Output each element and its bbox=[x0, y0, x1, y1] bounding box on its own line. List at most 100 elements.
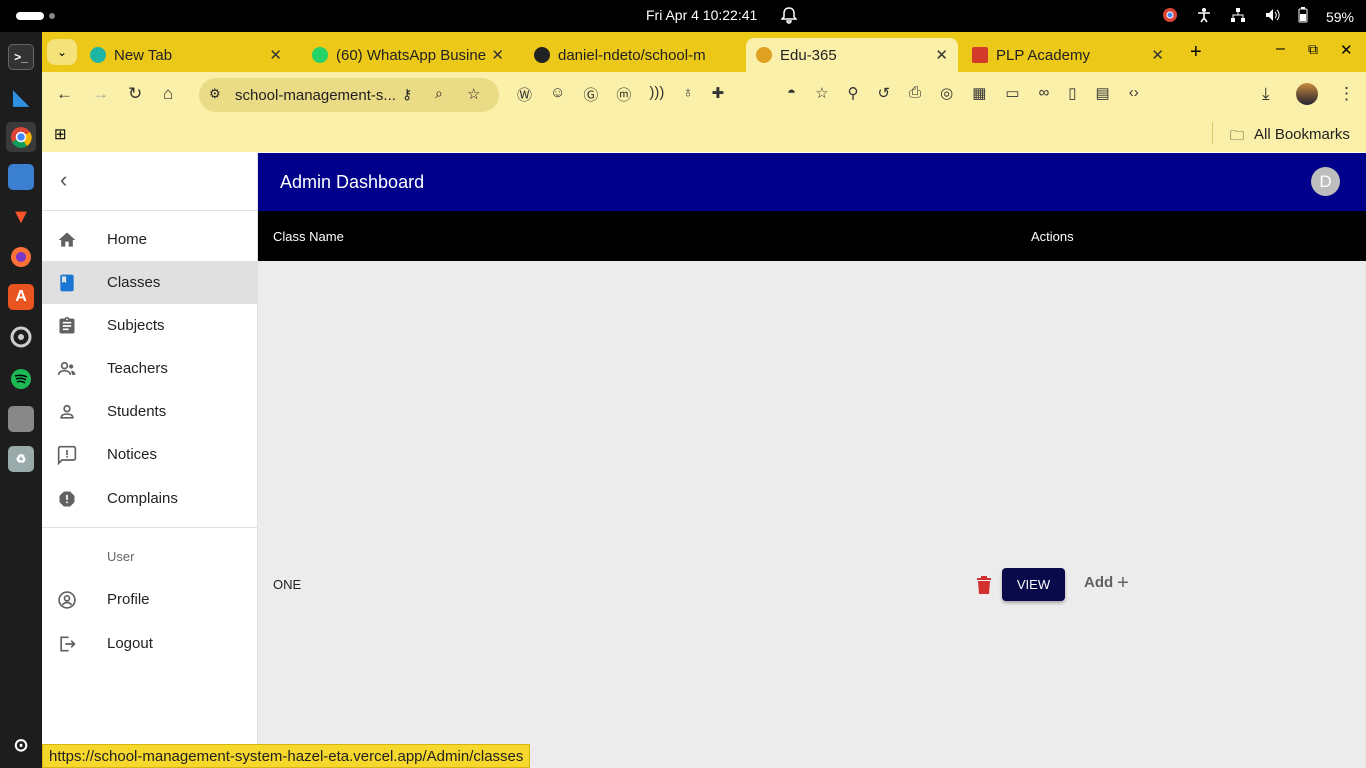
apps-grid-icon[interactable]: ⊞ bbox=[54, 125, 67, 143]
sidebar-item-notices[interactable]: Notices bbox=[42, 433, 257, 476]
reading-mode-icon[interactable]: ▭ bbox=[1005, 84, 1019, 102]
download-icon[interactable]: ⤓ bbox=[1262, 84, 1270, 104]
tab-github[interactable]: daniel-ndeto/school-m bbox=[524, 38, 736, 72]
sidebar-item-logout[interactable]: Logout bbox=[42, 622, 257, 665]
settings-icon[interactable] bbox=[8, 324, 34, 350]
sidebar-item-teachers[interactable]: Teachers bbox=[42, 347, 257, 390]
grammarly-icon[interactable]: Ⓖ bbox=[583, 84, 598, 105]
chrome-dock-icon[interactable] bbox=[6, 122, 36, 152]
assignment-icon bbox=[59, 316, 75, 333]
sidebar-item-subjects[interactable]: Subjects bbox=[42, 304, 257, 347]
password-key-icon[interactable]: ⚷ bbox=[402, 86, 412, 103]
extension-w-icon[interactable]: Ⓦ bbox=[517, 84, 532, 105]
files-icon[interactable] bbox=[8, 164, 34, 190]
spotify-icon[interactable] bbox=[8, 366, 34, 392]
incognito-icon[interactable]: ◓ bbox=[787, 84, 796, 102]
restore-icon[interactable]: ⧉ bbox=[1308, 41, 1318, 58]
home-icon[interactable]: ⌂ bbox=[163, 84, 173, 104]
sidebar-item-label: Home bbox=[107, 231, 148, 248]
status-bar-url: https://school-management-system-hazel-e… bbox=[42, 744, 531, 768]
all-bookmarks-link[interactable]: All Bookmarks bbox=[1254, 126, 1350, 143]
page-title: Admin Dashboard bbox=[280, 172, 425, 192]
network-icon[interactable] bbox=[1230, 7, 1246, 26]
home-nav-icon bbox=[58, 232, 76, 247]
url-text[interactable]: school-management-s... bbox=[235, 87, 396, 104]
extensions-puzzle-icon[interactable]: ✚ bbox=[712, 84, 725, 105]
close-tab-icon[interactable]: ✕ bbox=[935, 46, 948, 64]
close-window-icon[interactable]: ✕ bbox=[1340, 41, 1353, 59]
table-row: ONE VIEW Add + bbox=[258, 556, 1366, 614]
qr-code-icon[interactable]: ▦ bbox=[972, 84, 986, 102]
extension-wave-icon[interactable]: ))) bbox=[649, 84, 664, 105]
vscode-icon[interactable]: ◣ bbox=[8, 84, 34, 110]
tab-whatsapp[interactable]: (60) WhatsApp Busine ✕ bbox=[302, 38, 514, 72]
folder-icon[interactable]: 🗀 bbox=[1230, 125, 1244, 149]
sidebar-item-students[interactable]: Students bbox=[42, 390, 257, 433]
battery-percent[interactable]: 59% bbox=[1326, 9, 1354, 25]
battery-icon[interactable] bbox=[1298, 7, 1308, 26]
sidebar-item-label: Notices bbox=[107, 446, 158, 463]
trash-icon[interactable]: ♻ bbox=[8, 446, 34, 472]
screenshot-icon[interactable]: ◎ bbox=[940, 84, 953, 102]
minimize-icon[interactable]: – bbox=[1276, 40, 1285, 58]
extension-bulb-icon[interactable]: ♁ bbox=[682, 84, 693, 105]
sidebar-item-complains[interactable]: Complains bbox=[42, 477, 257, 520]
add-button[interactable]: Add + bbox=[1084, 573, 1129, 593]
close-tab-icon[interactable]: ✕ bbox=[269, 46, 282, 64]
classes-table-body: ONE VIEW Add + bbox=[258, 261, 1366, 768]
back-arrow-icon[interactable]: ← bbox=[56, 84, 73, 104]
sidebar-item-classes[interactable]: Classes bbox=[42, 261, 257, 304]
sidebar-item-profile[interactable]: Profile bbox=[42, 578, 257, 621]
bookmark-star-icon[interactable]: ☆ bbox=[467, 85, 480, 103]
tab-new-tab[interactable]: New Tab ✕ bbox=[80, 38, 292, 72]
code-icon[interactable]: ‹› bbox=[1129, 84, 1139, 102]
address-bar[interactable]: ⚙ school-management-s... ⚷ ⌕ ☆ bbox=[199, 78, 499, 112]
tab-search-chevron-icon[interactable]: ⌄ bbox=[47, 39, 77, 65]
system-tray[interactable]: 59% bbox=[1162, 7, 1354, 26]
person-outline-icon bbox=[60, 404, 74, 419]
menu-kebab-icon[interactable]: ⋮ bbox=[1338, 84, 1355, 104]
zoom-icon[interactable]: ⌕ bbox=[435, 85, 443, 102]
activities-indicator[interactable] bbox=[16, 12, 44, 20]
volume-icon[interactable] bbox=[1264, 7, 1280, 26]
tab-title: PLP Academy bbox=[996, 46, 1090, 64]
close-tab-icon[interactable]: ✕ bbox=[1151, 46, 1164, 64]
disks-icon[interactable] bbox=[8, 406, 34, 432]
announcement-icon bbox=[57, 445, 77, 465]
devices-icon[interactable]: ▯ bbox=[1068, 84, 1076, 102]
terminal-icon[interactable]: >_ bbox=[8, 44, 34, 70]
profile-avatar[interactable] bbox=[1296, 83, 1318, 105]
link-icon[interactable]: ∞ bbox=[1039, 84, 1050, 102]
notification-bell-icon[interactable] bbox=[780, 6, 798, 27]
system-clock[interactable]: Fri Apr 4 10:22:41 bbox=[646, 7, 757, 23]
layout-icon[interactable]: ▤ bbox=[1096, 84, 1110, 102]
delete-trash-icon[interactable] bbox=[976, 575, 992, 595]
show-apps-icon[interactable]: ⊙ bbox=[8, 732, 34, 758]
accessibility-icon[interactable] bbox=[1196, 7, 1212, 26]
hover-link-url: https://school-management-system-hazel-e… bbox=[49, 747, 524, 765]
sidebar-divider bbox=[42, 527, 257, 528]
plp-favicon-icon bbox=[972, 47, 988, 63]
avatar[interactable]: D bbox=[1311, 167, 1340, 196]
site-info-icon[interactable]: ⚙ bbox=[209, 86, 221, 102]
history-icon[interactable]: ↺ bbox=[878, 84, 891, 102]
extension-m-icon[interactable]: ⓜ bbox=[616, 84, 631, 105]
ubuntu-dock: >_ ◣ ▼ A ♻ ⊙ bbox=[0, 32, 42, 768]
new-tab-plus-icon[interactable]: + bbox=[1190, 41, 1202, 64]
chrome-tray-icon[interactable] bbox=[1162, 7, 1178, 26]
brave-icon[interactable]: ▼ bbox=[8, 204, 34, 230]
extension-robot-icon[interactable]: ☺ bbox=[550, 84, 565, 105]
sidebar-item-home[interactable]: Home bbox=[42, 218, 257, 261]
forward-arrow-icon[interactable]: → bbox=[92, 84, 109, 104]
print-icon[interactable]: ⎙ bbox=[909, 84, 921, 102]
firefox-icon[interactable] bbox=[8, 244, 34, 270]
app-center-icon[interactable]: A bbox=[8, 284, 34, 310]
tab-edu-365[interactable]: Edu-365 ✕ bbox=[746, 38, 958, 72]
reload-icon[interactable]: ↻ bbox=[128, 84, 142, 104]
favorites-icon[interactable]: ☆ bbox=[815, 84, 828, 102]
view-button[interactable]: VIEW bbox=[1002, 568, 1065, 601]
collapse-chevron-left-icon[interactable]: ‹ bbox=[60, 167, 67, 193]
location-pin-icon[interactable]: ⚲ bbox=[848, 84, 859, 102]
close-tab-icon[interactable]: ✕ bbox=[491, 46, 504, 64]
tab-plp-academy[interactable]: PLP Academy ✕ bbox=[962, 38, 1174, 72]
